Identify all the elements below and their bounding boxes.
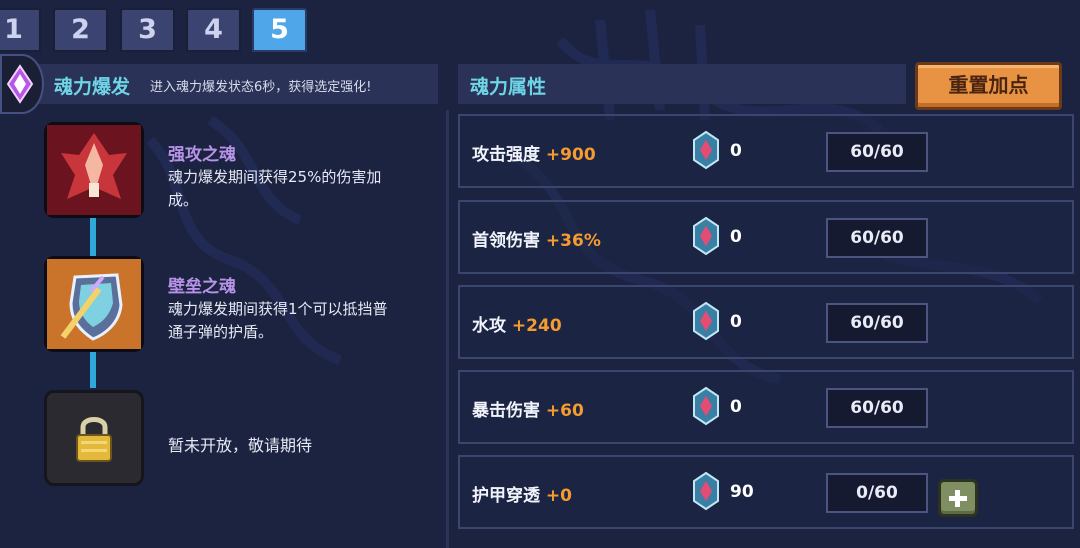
gem-count: 0 [730, 312, 742, 332]
attribute-row-crit-damage: 暴击伤害 +60 0 60/60 [458, 370, 1074, 444]
tab-4[interactable]: 4 [186, 8, 241, 52]
attribute-name: 暴击伤害 [472, 401, 540, 421]
locked-soul-slot [44, 390, 144, 486]
power-soul-slot[interactable] [44, 122, 144, 218]
attribute-level: 60/60 [826, 388, 928, 428]
tab-1[interactable]: 1 [0, 8, 41, 52]
soul-gem-icon [693, 386, 719, 426]
lock-icon [76, 417, 112, 462]
attribute-bonus: +0 [545, 486, 572, 506]
gem-count: 0 [730, 141, 742, 161]
soul-attributes-title: 魂力属性 [470, 76, 547, 98]
bulwark-soul-description: 魂力爆发期间获得1个可以抵挡普 通子弹的护盾。 [168, 298, 438, 344]
soul-gem-icon [693, 216, 719, 256]
reset-points-button[interactable]: 重置加点 [915, 62, 1062, 110]
soul-burst-icon-frame [0, 54, 44, 114]
soul-connector [90, 218, 96, 256]
soul-burst-crystal-icon [6, 64, 34, 104]
gem-count: 0 [730, 227, 742, 247]
gem-count: 0 [730, 397, 742, 417]
attribute-name: 首领伤害 [472, 231, 540, 251]
panel-divider [446, 110, 449, 548]
bulwark-soul-description-line: 通子弹的护盾。 [168, 323, 274, 341]
attribute-row-boss-damage: 首领伤害 +36% 0 60/60 [458, 200, 1074, 274]
soul-gem-icon [693, 471, 719, 511]
attribute-name: 水攻 [472, 316, 506, 336]
attribute-level: 0/60 [826, 473, 928, 513]
bulwark-soul-description-line: 魂力爆发期间获得1个可以抵挡普 [168, 300, 388, 318]
attribute-row-water-attack: 水攻 +240 0 60/60 [458, 285, 1074, 359]
attribute-bonus: +60 [545, 401, 584, 421]
attribute-name: 护甲穿透 [472, 486, 540, 506]
attribute-level: 60/60 [826, 218, 928, 258]
attribute-bonus: +240 [511, 316, 562, 336]
power-soul-icon [47, 125, 141, 215]
power-soul-name: 强攻之魂 [168, 145, 236, 165]
power-soul-description-line: 魂力爆发期间获得25%的伤害加 [168, 168, 382, 186]
soul-connector [90, 352, 96, 388]
attribute-label: 水攻 +240 [472, 311, 562, 336]
attribute-level: 60/60 [826, 303, 928, 343]
tab-2[interactable]: 2 [53, 8, 108, 52]
attribute-label: 攻击强度 +900 [472, 140, 596, 165]
tab-5[interactable]: 5 [252, 8, 307, 52]
attribute-name: 攻击强度 [472, 145, 540, 165]
attribute-label: 护甲穿透 +0 [472, 481, 572, 506]
attribute-bonus: +900 [545, 145, 596, 165]
tab-3[interactable]: 3 [120, 8, 175, 52]
gem-count: 90 [730, 482, 754, 502]
attribute-bonus: +36% [545, 231, 601, 251]
attribute-label: 暴击伤害 +60 [472, 396, 584, 421]
locked-soul-text: 暂未开放，敬请期待 [168, 436, 313, 455]
attribute-level: 60/60 [826, 132, 928, 172]
soul-burst-title: 魂力爆发 [54, 76, 131, 98]
bulwark-soul-icon [47, 259, 141, 349]
attribute-label: 首领伤害 +36% [472, 226, 601, 251]
attribute-row-attack: 攻击强度 +900 0 60/60 [458, 114, 1074, 188]
power-soul-description-line: 成。 [168, 191, 199, 209]
add-point-button[interactable] [938, 479, 978, 517]
bulwark-soul-slot[interactable] [44, 256, 144, 352]
bulwark-soul-name: 壁垒之魂 [168, 277, 236, 297]
power-soul-description: 魂力爆发期间获得25%的伤害加 成。 [168, 166, 438, 212]
soul-gem-icon [693, 301, 719, 341]
attribute-row-armor-penetration: 护甲穿透 +0 90 0/60 [458, 455, 1074, 529]
soul-burst-description: 进入魂力爆发状态6秒，获得选定强化! [150, 80, 372, 95]
soul-gem-icon [693, 130, 719, 170]
